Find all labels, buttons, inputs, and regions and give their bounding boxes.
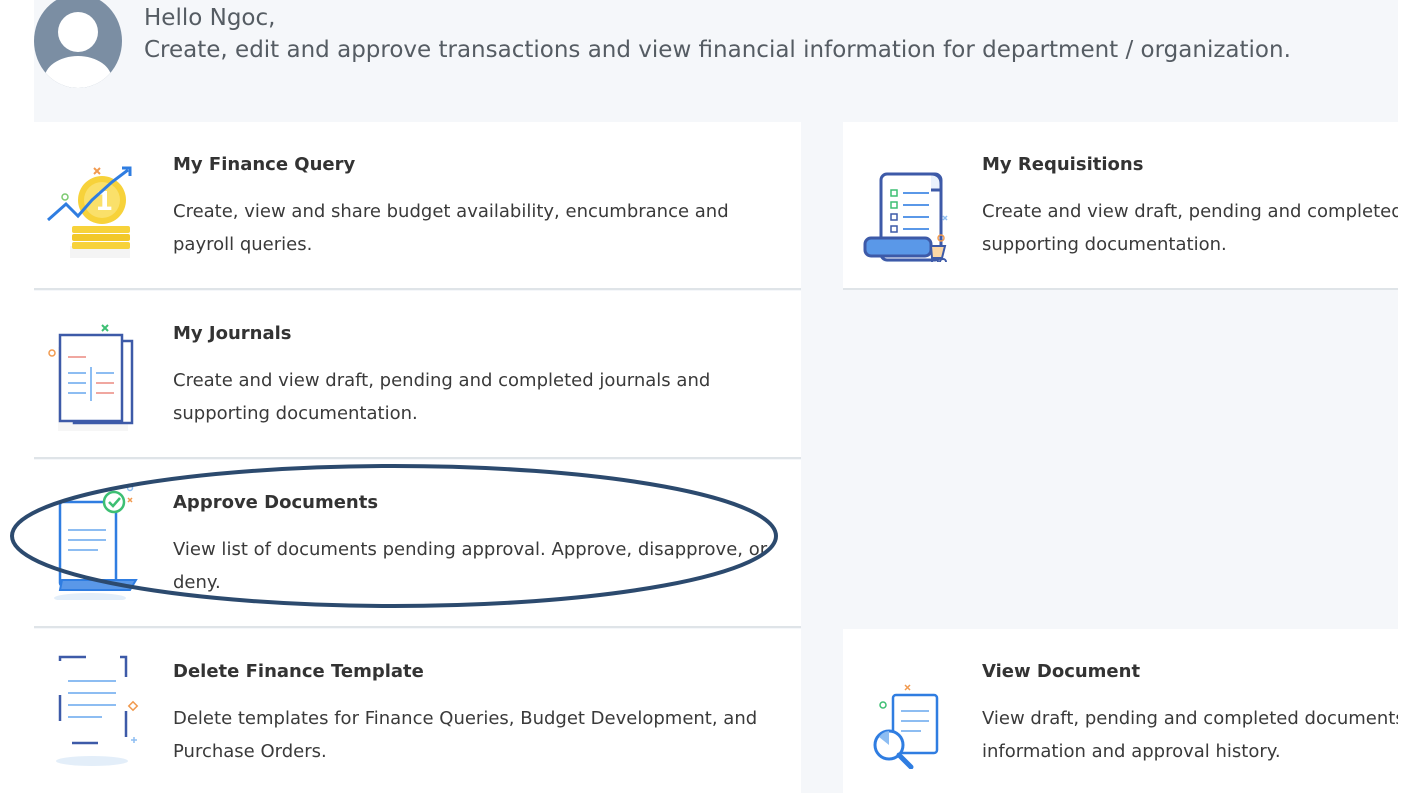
card-description: View draft, pending and completed docume… bbox=[982, 708, 1398, 762]
user-silhouette-icon bbox=[44, 12, 112, 88]
card-title[interactable]: Delete Finance Template bbox=[173, 661, 424, 682]
card-description: Create and view draft, pending and compl… bbox=[982, 201, 1398, 255]
card-description: Create, view and share budget availabili… bbox=[173, 201, 729, 255]
greeting-subtitle: Create, edit and approve transactions an… bbox=[144, 37, 1291, 63]
card-title[interactable]: My Finance Query bbox=[173, 154, 355, 175]
card-my-journals[interactable]: My Journals Create and view draft, pendi… bbox=[34, 291, 801, 459]
approve-document-icon bbox=[42, 480, 142, 603]
coin-chart-icon: 1 bbox=[42, 142, 142, 262]
card-title[interactable]: My Journals bbox=[173, 323, 292, 344]
card-description: Delete templates for Finance Queries, Bu… bbox=[173, 708, 758, 762]
card-title[interactable]: Approve Documents bbox=[173, 492, 378, 513]
avatar[interactable] bbox=[34, 0, 122, 88]
card-description: Create and view draft, pending and compl… bbox=[173, 370, 711, 424]
card-view-document[interactable]: View Document View draft, pending and co… bbox=[843, 629, 1398, 793]
card-approve-documents[interactable]: Approve Documents View list of documents… bbox=[34, 460, 801, 628]
svg-text:1: 1 bbox=[95, 187, 113, 217]
card-title[interactable]: View Document bbox=[982, 661, 1140, 682]
card-title[interactable]: My Requisitions bbox=[982, 154, 1143, 175]
card-delete-finance-template[interactable]: Delete Finance Template Delete templates… bbox=[34, 629, 801, 793]
view-document-icon bbox=[851, 649, 951, 770]
page-header: Hello Ngoc, Create, edit and approve tra… bbox=[34, 0, 1398, 120]
template-icon bbox=[42, 649, 142, 769]
card-my-requisitions[interactable]: My Requisitions Create and view draft, p… bbox=[843, 122, 1398, 290]
greeting-text: Hello Ngoc, bbox=[144, 5, 276, 31]
card-my-finance-query[interactable]: 1 My Finance Query Create, view and shar… bbox=[34, 122, 801, 290]
requisition-cart-icon bbox=[851, 142, 951, 272]
card-description: View list of documents pending approval.… bbox=[173, 539, 768, 593]
journal-icon bbox=[42, 311, 142, 431]
page-root: Hello Ngoc, Create, edit and approve tra… bbox=[0, 0, 1413, 793]
